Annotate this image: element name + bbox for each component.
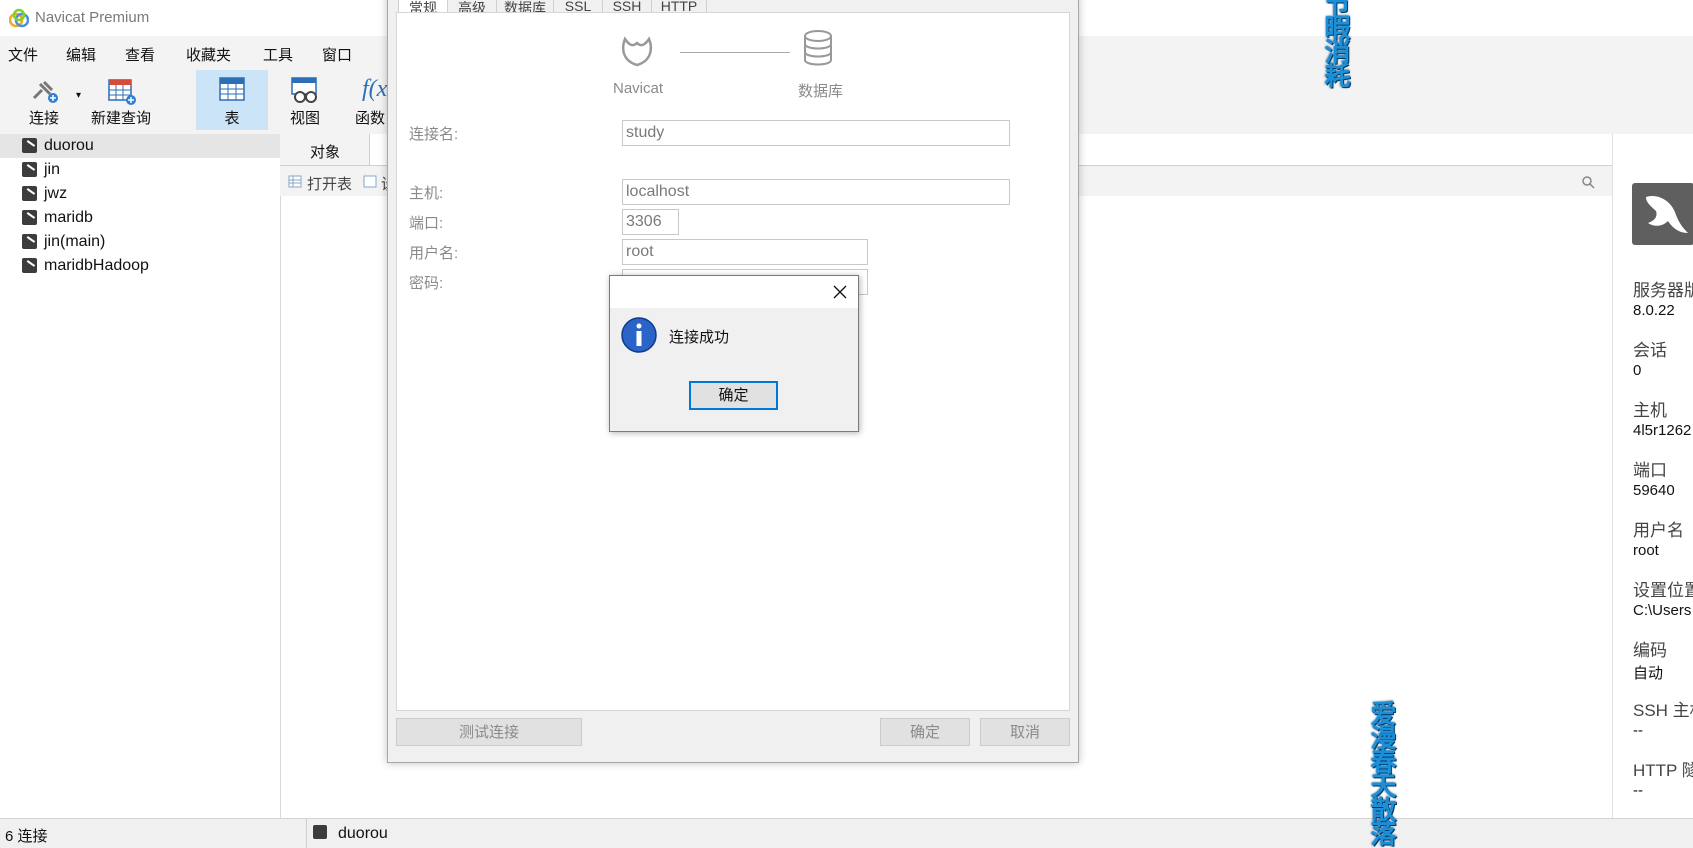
info-label-username: 用户名: [1633, 521, 1684, 540]
status-bar: 6 连接 duorou: [0, 818, 1693, 848]
connection-label: jin: [44, 161, 61, 178]
menu-edit[interactable]: 编辑: [66, 44, 96, 65]
design-table-icon: [363, 175, 377, 188]
connect-label: 连接: [28, 110, 59, 127]
new-query-icon: [108, 79, 136, 105]
info-value-host: 4l5r1262: [1633, 422, 1692, 439]
table-label: 表: [224, 110, 240, 127]
info-value-ssh-host: --: [1633, 722, 1643, 739]
info-value-http-tunnel: --: [1633, 782, 1643, 799]
host-label: 主机:: [409, 185, 444, 202]
connection-label: maridb: [44, 209, 93, 226]
message-text: 连接成功: [669, 329, 730, 346]
navicat-diagram-icon: [621, 36, 653, 67]
messagebox-ok-button[interactable]: 确定: [689, 381, 778, 410]
port-label: 端口:: [409, 215, 444, 232]
connection-item-duorou[interactable]: duorou: [0, 134, 280, 158]
info-value-sessions: 0: [1633, 362, 1642, 379]
info-label-encoding: 编码: [1633, 641, 1667, 660]
password-label: 密码:: [409, 275, 444, 292]
tab-objects-label: 对象: [310, 144, 341, 161]
plug-icon: [32, 80, 58, 103]
test-connection-button[interactable]: 测试连接: [396, 718, 582, 746]
menu-window[interactable]: 窗口: [322, 44, 352, 65]
port-input[interactable]: 3306: [622, 209, 679, 235]
connection-tree: duorou jin jwz maridb jin(main) maridbHa…: [0, 134, 281, 818]
mariadb-connection-icon: [22, 258, 37, 273]
connection-item-maridbhadoop[interactable]: maridbHadoop: [0, 254, 280, 278]
mysql-connection-icon: [22, 162, 37, 177]
host-input[interactable]: localhost: [622, 179, 1010, 205]
status-divider: [306, 819, 307, 848]
info-value-port: 59640: [1633, 482, 1675, 499]
function-label: 函数: [354, 110, 385, 127]
overlay-text-bottom: 爱漫春天散落: [1367, 700, 1397, 844]
messagebox-titlebar: [610, 276, 858, 308]
table-button[interactable]: 表: [196, 70, 268, 130]
diagram-database-label: 数据库: [798, 83, 844, 100]
view-button[interactable]: 视图: [270, 70, 340, 130]
database-icon: [804, 30, 832, 66]
info-label-port: 端口: [1633, 461, 1667, 480]
mysql-connection-icon: [22, 186, 37, 201]
tab-objects[interactable]: 对象: [280, 134, 368, 165]
navicat-logo-icon: [9, 8, 29, 28]
window-title: Navicat Premium: [35, 9, 150, 26]
connection-label: duorou: [44, 137, 94, 154]
connection-success-messagebox: 连接成功 确定: [609, 275, 859, 432]
conn-name-input[interactable]: study: [622, 120, 1010, 146]
connection-item-jwz[interactable]: jwz: [0, 182, 280, 206]
info-value-settings-location: C:\Users: [1633, 602, 1692, 619]
info-label-http-tunnel: HTTP 隧: [1633, 761, 1693, 780]
table-icon: [219, 77, 245, 101]
username-input[interactable]: root: [622, 239, 868, 265]
function-icon: f(x: [362, 76, 388, 102]
connect-button[interactable]: 连接: [20, 70, 68, 130]
mysql-dolphin-icon: [1632, 183, 1693, 245]
function-button[interactable]: f(x 函数: [352, 70, 388, 130]
connection-count: 6 连接: [5, 828, 48, 845]
info-label-settings-location: 设置位置: [1633, 581, 1693, 600]
search-icon[interactable]: [1581, 175, 1595, 189]
connection-label: jin(main): [44, 233, 106, 250]
open-table-button[interactable]: 打开表: [307, 173, 352, 194]
menu-tools[interactable]: 工具: [263, 44, 293, 65]
mysql-connection-icon: [22, 138, 37, 153]
connection-label: jwz: [44, 185, 68, 202]
mysql-connection-icon: [313, 825, 327, 839]
info-label-ssh-host: SSH 主机: [1633, 701, 1693, 720]
username-label: 用户名:: [409, 245, 459, 262]
menu-view[interactable]: 查看: [125, 44, 155, 65]
menu-file[interactable]: 文件: [8, 44, 38, 65]
info-value-username: root: [1633, 542, 1659, 559]
info-icon: [621, 317, 657, 353]
view-label: 视图: [289, 110, 320, 127]
dialog-ok-button[interactable]: 确定: [880, 718, 970, 746]
diagram-link-line: [680, 52, 790, 53]
open-table-icon: [288, 175, 302, 188]
menu-favorites[interactable]: 收藏夹: [186, 44, 231, 65]
close-icon[interactable]: [828, 280, 852, 304]
connection-label: maridbHadoop: [44, 257, 149, 274]
mariadb-connection-icon: [22, 234, 37, 249]
diagram-navicat-label: Navicat: [613, 80, 664, 97]
connection-item-maridb[interactable]: maridb: [0, 206, 280, 230]
mysql-connection-icon: [22, 210, 37, 225]
connection-item-jin[interactable]: jin: [0, 158, 280, 182]
info-value-encoding: 自动: [1633, 665, 1664, 682]
new-query-label: 新建查询: [90, 110, 151, 127]
conn-name-label: 连接名:: [409, 126, 459, 143]
new-query-button[interactable]: 新建查询: [90, 70, 152, 130]
connect-dropdown-icon[interactable]: ▾: [76, 90, 81, 101]
overlay-text-top: 节暇消耗: [1321, 0, 1351, 86]
info-label-sessions: 会话: [1633, 341, 1667, 360]
connection-item-jin-main[interactable]: jin(main): [0, 230, 280, 254]
view-icon: [291, 77, 317, 103]
current-connection: duorou: [338, 825, 388, 842]
info-value-server-version: 8.0.22: [1633, 302, 1675, 319]
info-label-host: 主机: [1633, 401, 1667, 420]
info-label-server-version: 服务器版: [1633, 281, 1693, 300]
dialog-cancel-button[interactable]: 取消: [980, 718, 1070, 746]
